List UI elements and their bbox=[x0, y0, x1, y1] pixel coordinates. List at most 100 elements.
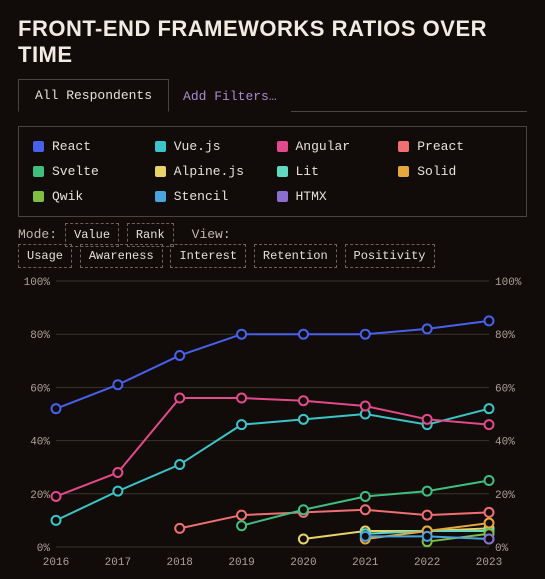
view-button-retention[interactable]: Retention bbox=[254, 244, 337, 268]
legend-item-vue-js[interactable]: Vue.js bbox=[155, 139, 269, 154]
series-point[interactable] bbox=[299, 330, 308, 339]
legend-swatch bbox=[33, 141, 44, 152]
legend-label: Svelte bbox=[52, 164, 99, 179]
series-point[interactable] bbox=[423, 324, 432, 333]
series-point[interactable] bbox=[113, 468, 122, 477]
chart: 0%0%20%20%40%40%60%60%80%80%100%100%2016… bbox=[18, 271, 527, 571]
controls: Mode: Value Rank View: Usage Awareness I… bbox=[18, 227, 527, 263]
tab-all-respondents[interactable]: All Respondents bbox=[18, 79, 169, 112]
y-tick-right: 0% bbox=[495, 543, 509, 555]
series-point[interactable] bbox=[485, 420, 494, 429]
legend-label: Stencil bbox=[174, 189, 229, 204]
series-point[interactable] bbox=[299, 415, 308, 424]
legend-label: Angular bbox=[296, 139, 351, 154]
series-point[interactable] bbox=[237, 330, 246, 339]
view-button-awareness[interactable]: Awareness bbox=[80, 244, 163, 268]
series-line-preact[interactable] bbox=[180, 510, 489, 529]
series-point[interactable] bbox=[485, 476, 494, 485]
series-point[interactable] bbox=[423, 487, 432, 496]
series-line-angular[interactable] bbox=[56, 398, 489, 496]
series-point[interactable] bbox=[299, 505, 308, 514]
x-tick: 2016 bbox=[43, 557, 69, 569]
series-line-svelte[interactable] bbox=[242, 481, 489, 526]
legend-item-qwik[interactable]: Qwik bbox=[33, 189, 147, 204]
series-point[interactable] bbox=[113, 380, 122, 389]
series-point[interactable] bbox=[113, 487, 122, 496]
legend-label: Preact bbox=[417, 139, 464, 154]
series-point[interactable] bbox=[52, 516, 61, 525]
x-tick: 2017 bbox=[105, 557, 131, 569]
series-point[interactable] bbox=[175, 394, 184, 403]
series-point[interactable] bbox=[361, 330, 370, 339]
legend-item-react[interactable]: React bbox=[33, 139, 147, 154]
legend-swatch bbox=[277, 141, 288, 152]
legend-label: Alpine.js bbox=[174, 164, 244, 179]
series-point[interactable] bbox=[485, 519, 494, 528]
x-tick: 2019 bbox=[228, 557, 254, 569]
legend-label: HTMX bbox=[296, 189, 327, 204]
y-tick-right: 40% bbox=[495, 437, 515, 449]
view-button-usage[interactable]: Usage bbox=[18, 244, 72, 268]
legend-swatch bbox=[155, 191, 166, 202]
x-tick: 2018 bbox=[167, 557, 193, 569]
legend-item-solid[interactable]: Solid bbox=[398, 164, 512, 179]
view-button-interest[interactable]: Interest bbox=[170, 244, 246, 268]
series-point[interactable] bbox=[485, 535, 494, 544]
series-point[interactable] bbox=[423, 532, 432, 541]
series-point[interactable] bbox=[485, 508, 494, 517]
series-point[interactable] bbox=[237, 511, 246, 520]
tab-add-filters[interactable]: Add Filters… bbox=[169, 81, 291, 112]
series-point[interactable] bbox=[237, 420, 246, 429]
tabs: All Respondents Add Filters… bbox=[18, 78, 527, 112]
legend-swatch bbox=[155, 166, 166, 177]
series-point[interactable] bbox=[175, 524, 184, 533]
legend-item-htmx[interactable]: HTMX bbox=[277, 189, 391, 204]
legend-item-svelte[interactable]: Svelte bbox=[33, 164, 147, 179]
y-tick: 80% bbox=[30, 330, 50, 342]
series-point[interactable] bbox=[485, 316, 494, 325]
y-tick: 100% bbox=[24, 277, 51, 289]
y-tick: 40% bbox=[30, 437, 50, 449]
legend-item-stencil[interactable]: Stencil bbox=[155, 189, 269, 204]
mode-label: Mode: bbox=[18, 227, 57, 242]
legend-swatch bbox=[398, 166, 409, 177]
y-tick: 20% bbox=[30, 490, 50, 502]
series-point[interactable] bbox=[361, 492, 370, 501]
legend-item-preact[interactable]: Preact bbox=[398, 139, 512, 154]
series-point[interactable] bbox=[52, 492, 61, 501]
legend-swatch bbox=[277, 166, 288, 177]
view-label: View: bbox=[192, 227, 231, 242]
page-title: FRONT-END FRAMEWORKS RATIOS OVER TIME bbox=[18, 16, 527, 68]
x-tick: 2022 bbox=[414, 557, 440, 569]
series-point[interactable] bbox=[175, 351, 184, 360]
series-point[interactable] bbox=[52, 404, 61, 413]
x-tick: 2023 bbox=[476, 557, 502, 569]
series-point[interactable] bbox=[237, 394, 246, 403]
series-point[interactable] bbox=[237, 521, 246, 530]
legend-label: Vue.js bbox=[174, 139, 221, 154]
series-point[interactable] bbox=[299, 396, 308, 405]
series-point[interactable] bbox=[423, 415, 432, 424]
legend: React Vue.js Angular Preact Svelte Alpine.js L… bbox=[18, 126, 527, 217]
legend-item-angular[interactable]: Angular bbox=[277, 139, 391, 154]
y-tick-right: 20% bbox=[495, 490, 515, 502]
series-point[interactable] bbox=[175, 460, 184, 469]
view-button-positivity[interactable]: Positivity bbox=[345, 244, 435, 268]
legend-label: Qwik bbox=[52, 189, 83, 204]
series-point[interactable] bbox=[485, 404, 494, 413]
legend-swatch bbox=[277, 191, 288, 202]
legend-label: Lit bbox=[296, 164, 319, 179]
legend-swatch bbox=[398, 141, 409, 152]
series-point[interactable] bbox=[299, 535, 308, 544]
legend-item-alpine-js[interactable]: Alpine.js bbox=[155, 164, 269, 179]
legend-label: React bbox=[52, 139, 91, 154]
y-tick-right: 100% bbox=[495, 277, 522, 289]
series-point[interactable] bbox=[423, 511, 432, 520]
series-point[interactable] bbox=[361, 402, 370, 411]
legend-label: Solid bbox=[417, 164, 456, 179]
series-point[interactable] bbox=[361, 532, 370, 541]
legend-item-lit[interactable]: Lit bbox=[277, 164, 391, 179]
y-tick: 0% bbox=[37, 543, 51, 555]
legend-swatch bbox=[33, 166, 44, 177]
series-point[interactable] bbox=[361, 505, 370, 514]
